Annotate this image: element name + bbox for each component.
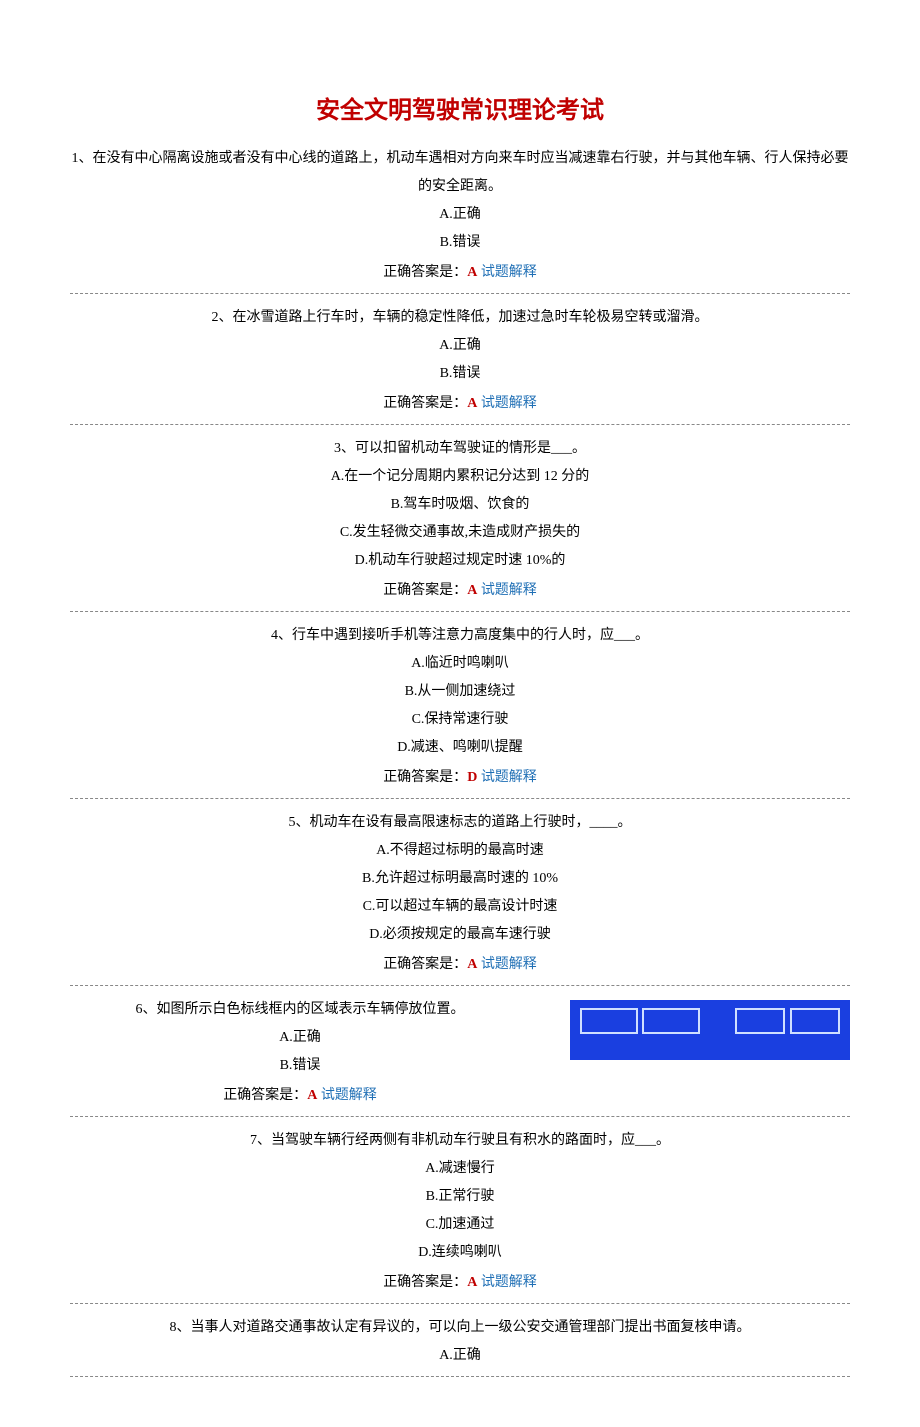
answer-line: 正确答案是：A 试题解释 (70, 390, 850, 418)
question-option: A.正确 (70, 332, 850, 360)
answer-prefix: 正确答案是： (383, 583, 467, 598)
question-option: C.发生轻微交通事故,未造成财产损失的 (70, 519, 850, 547)
explain-link[interactable]: 试题解释 (481, 957, 537, 972)
question-block: 8、当事人对道路交通事故认定有异议的，可以向上一级公安交通管理部门提出书面复核申… (70, 1314, 850, 1370)
explain-link[interactable]: 试题解释 (481, 396, 537, 411)
explain-link[interactable]: 试题解释 (481, 1275, 537, 1290)
question-text: 2、在冰雪道路上行车时，车辆的稳定性降低，加速过急时车轮极易空转或溜滑。 (70, 304, 850, 332)
question-option: A.不得超过标明的最高时速 (70, 837, 850, 865)
answer-prefix: 正确答案是： (383, 770, 467, 785)
page-title: 安全文明驾驶常识理论考试 (70, 90, 850, 125)
question-option: B.错误 (70, 1052, 530, 1080)
explain-link[interactable]: 试题解释 (481, 770, 537, 785)
separator (70, 1303, 850, 1304)
question-text: 7、当驾驶车辆行经两侧有非机动车行驶且有积水的路面时，应___。 (70, 1127, 850, 1155)
question-option: C.可以超过车辆的最高设计时速 (70, 893, 850, 921)
answer-letter: A (467, 396, 477, 411)
question-text: 5、机动车在设有最高限速标志的道路上行驶时，____。 (70, 809, 850, 837)
question-text: 3、可以扣留机动车驾驶证的情形是___。 (70, 435, 850, 463)
question-block: 7、当驾驶车辆行经两侧有非机动车行驶且有积水的路面时，应___。A.减速慢行B.… (70, 1127, 850, 1297)
question-option: B.错误 (70, 360, 850, 388)
answer-letter: A (467, 265, 477, 280)
answer-line: 正确答案是：A 试题解释 (70, 1269, 850, 1297)
question-option: D.连续鸣喇叭 (70, 1239, 850, 1267)
question-block: 1、在没有中心隔离设施或者没有中心线的道路上，机动车遇相对方向来车时应当减速靠右… (70, 145, 850, 287)
question-option: B.错误 (70, 229, 850, 257)
answer-letter: A (467, 1275, 477, 1290)
question-option: B.从一侧加速绕过 (70, 678, 850, 706)
answer-line: 正确答案是：A 试题解释 (70, 1082, 530, 1110)
question-block: 5、机动车在设有最高限速标志的道路上行驶时，____。A.不得超过标明的最高时速… (70, 809, 850, 979)
question-option: A.正确 (70, 201, 850, 229)
explain-link[interactable]: 试题解释 (321, 1088, 377, 1103)
separator (70, 1116, 850, 1117)
separator (70, 1376, 850, 1377)
answer-letter: A (467, 583, 477, 598)
answer-line: 正确答案是：A 试题解释 (70, 577, 850, 605)
parking-figure (570, 1000, 850, 1060)
answer-prefix: 正确答案是： (223, 1088, 307, 1103)
question-option: A.正确 (70, 1342, 850, 1370)
answer-line: 正确答案是：A 试题解释 (70, 951, 850, 979)
question-option: B.正常行驶 (70, 1183, 850, 1211)
explain-link[interactable]: 试题解释 (481, 265, 537, 280)
answer-prefix: 正确答案是： (383, 396, 467, 411)
question-option: A.临近时鸣喇叭 (70, 650, 850, 678)
question-option: B.允许超过标明最高时速的 10% (70, 865, 850, 893)
answer-line: 正确答案是：A 试题解释 (70, 259, 850, 287)
question-option: A.减速慢行 (70, 1155, 850, 1183)
question-option: C.加速通过 (70, 1211, 850, 1239)
question-block: 3、可以扣留机动车驾驶证的情形是___。A.在一个记分周期内累积记分达到 12 … (70, 435, 850, 605)
answer-letter: A (467, 957, 477, 972)
question-block: 2、在冰雪道路上行车时，车辆的稳定性降低，加速过急时车轮极易空转或溜滑。A.正确… (70, 304, 850, 418)
answer-letter: A (307, 1088, 317, 1103)
question-option: A.正确 (70, 1024, 530, 1052)
question-option: D.减速、鸣喇叭提醒 (70, 734, 850, 762)
question-text: 8、当事人对道路交通事故认定有异议的，可以向上一级公安交通管理部门提出书面复核申… (70, 1314, 850, 1342)
answer-letter: D (467, 770, 477, 785)
question-block: 6、如图所示白色标线框内的区域表示车辆停放位置。A.正确B.错误正确答案是：A … (70, 996, 850, 1110)
question-option: B.驾车时吸烟、饮食的 (70, 491, 850, 519)
separator (70, 985, 850, 986)
explain-link[interactable]: 试题解释 (481, 583, 537, 598)
question-block: 4、行车中遇到接听手机等注意力高度集中的行人时，应___。A.临近时鸣喇叭B.从… (70, 622, 850, 792)
separator (70, 798, 850, 799)
question-text: 4、行车中遇到接听手机等注意力高度集中的行人时，应___。 (70, 622, 850, 650)
question-option: A.在一个记分周期内累积记分达到 12 分的 (70, 463, 850, 491)
answer-line: 正确答案是：D 试题解释 (70, 764, 850, 792)
answer-prefix: 正确答案是： (383, 957, 467, 972)
separator (70, 611, 850, 612)
question-option: C.保持常速行驶 (70, 706, 850, 734)
question-option: D.必须按规定的最高车速行驶 (70, 921, 850, 949)
question-option: D.机动车行驶超过规定时速 10%的 (70, 547, 850, 575)
separator (70, 424, 850, 425)
question-text: 6、如图所示白色标线框内的区域表示车辆停放位置。 (70, 996, 530, 1024)
answer-prefix: 正确答案是： (383, 1275, 467, 1290)
answer-prefix: 正确答案是： (383, 265, 467, 280)
separator (70, 293, 850, 294)
question-text: 1、在没有中心隔离设施或者没有中心线的道路上，机动车遇相对方向来车时应当减速靠右… (70, 145, 850, 201)
